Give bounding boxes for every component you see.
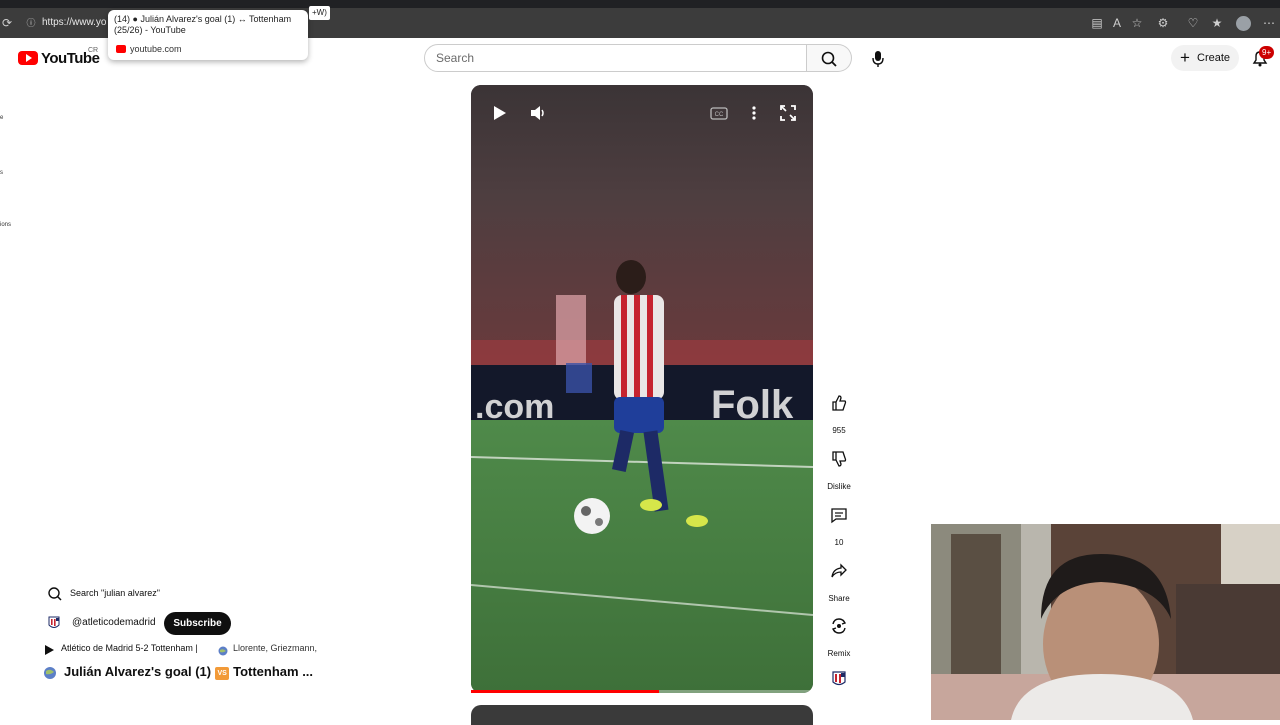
search-icon bbox=[821, 51, 837, 67]
sidebar-fragment-3[interactable]: ions bbox=[0, 222, 11, 228]
mute-button[interactable] bbox=[526, 101, 550, 125]
related-search-chip[interactable]: Search "julian alvarez" bbox=[42, 584, 160, 602]
dislike-label: Dislike bbox=[827, 482, 851, 491]
shorts-video-player[interactable]: .com Folk bbox=[471, 85, 813, 693]
play-button[interactable] bbox=[487, 101, 511, 125]
video-progress-bar[interactable] bbox=[471, 690, 813, 693]
webcam-feed-image bbox=[931, 524, 1280, 720]
reload-icon[interactable]: ⟳ bbox=[0, 16, 14, 30]
play-icon bbox=[494, 106, 506, 120]
globe-icon bbox=[218, 643, 228, 656]
vs-badge: VS bbox=[215, 667, 230, 680]
related-video-link[interactable]: Atlético de Madrid 5-2 Tottenham | bbox=[61, 643, 198, 653]
remix-label: Remix bbox=[827, 649, 851, 658]
comment-count: 10 bbox=[834, 538, 844, 547]
reader-mode-icon[interactable]: ▤ bbox=[1090, 16, 1104, 30]
search-button[interactable] bbox=[807, 44, 852, 72]
webcam-overlay bbox=[931, 524, 1280, 720]
youtube-favicon-icon bbox=[116, 45, 126, 53]
channel-handle[interactable]: @atleticodemadrid bbox=[72, 617, 156, 628]
next-short-preview[interactable] bbox=[471, 705, 813, 725]
tooltip-domain-text: youtube.com bbox=[130, 44, 182, 54]
comments-button[interactable] bbox=[825, 501, 853, 529]
video-progress-fill bbox=[471, 690, 660, 693]
video-title-part2: Tottenham ... bbox=[233, 664, 314, 679]
favorite-icon[interactable]: ☆ bbox=[1130, 16, 1144, 30]
share-label: Share bbox=[828, 594, 850, 603]
profile-avatar[interactable] bbox=[1236, 16, 1251, 31]
voice-search-button[interactable] bbox=[866, 46, 890, 70]
collections-icon[interactable]: ★ bbox=[1210, 16, 1224, 30]
video-title-part1: Julián Alvarez's goal (1) bbox=[64, 664, 212, 679]
fullscreen-icon bbox=[780, 105, 796, 121]
share-button[interactable] bbox=[825, 557, 853, 585]
dislike-button[interactable] bbox=[825, 445, 853, 473]
subscribe-button[interactable]: Subscribe bbox=[164, 612, 231, 635]
atletico-crest-icon bbox=[832, 671, 846, 686]
plus-icon: + bbox=[1180, 48, 1190, 67]
more-menu-icon[interactable]: ⋯ bbox=[1262, 16, 1276, 30]
tab-hover-card: (14) ● Julián Alvarez's goal (1) ↔ Totte… bbox=[108, 10, 308, 60]
tooltip-title-line1: (14) ● Julián Alvarez's goal (1) ↔ Totte… bbox=[114, 14, 292, 24]
region-code: CR bbox=[88, 47, 99, 54]
captions-button[interactable]: CC bbox=[707, 101, 731, 125]
sidebar-fragment-1[interactable]: e bbox=[0, 115, 3, 121]
related-players-text[interactable]: Llorente, Griezmann, bbox=[233, 643, 317, 653]
create-label: Create bbox=[1197, 52, 1231, 64]
translate-icon[interactable]: A bbox=[1110, 16, 1124, 30]
channel-logo-icon[interactable] bbox=[47, 616, 61, 630]
comment-icon bbox=[831, 508, 847, 524]
search-box[interactable] bbox=[424, 44, 807, 72]
more-vertical-icon bbox=[752, 106, 756, 120]
more-options-button[interactable] bbox=[742, 101, 766, 125]
globe-icon bbox=[43, 666, 57, 680]
channel-avatar-icon[interactable] bbox=[830, 670, 848, 688]
search-input[interactable] bbox=[436, 51, 796, 65]
like-count: 955 bbox=[832, 426, 846, 435]
notification-badge: 9+ bbox=[1259, 46, 1275, 59]
volume-icon bbox=[531, 106, 544, 120]
url-text[interactable]: https://www.yo bbox=[42, 17, 106, 28]
shortcut-hint: +W) bbox=[309, 6, 330, 20]
video-title[interactable]: Julián Alvarez's goal (1) VS Tottenham ... bbox=[64, 664, 313, 680]
youtube-logo-icon[interactable] bbox=[18, 51, 38, 65]
browser-essentials-icon[interactable]: ♡ bbox=[1186, 16, 1200, 30]
remix-button[interactable] bbox=[825, 612, 853, 640]
extensions-icon[interactable]: ⚙ bbox=[1156, 16, 1170, 30]
like-button[interactable] bbox=[825, 389, 853, 417]
remix-icon bbox=[831, 618, 847, 634]
microphone-icon bbox=[872, 51, 884, 67]
video-frame-image: .com Folk bbox=[471, 85, 813, 693]
fullscreen-button[interactable] bbox=[776, 101, 800, 125]
thumbs-up-icon bbox=[832, 395, 847, 411]
browser-tab-strip bbox=[0, 0, 1280, 8]
thumbs-down-icon bbox=[832, 451, 847, 467]
share-icon bbox=[831, 563, 847, 578]
tooltip-domain: youtube.com bbox=[116, 44, 182, 54]
create-button[interactable]: + Create bbox=[1171, 45, 1239, 71]
captions-icon: CC bbox=[710, 107, 728, 120]
sidebar-fragment-2[interactable]: s bbox=[0, 170, 3, 176]
site-info-icon[interactable]: ⓘ bbox=[24, 16, 38, 30]
atletico-crest-icon bbox=[48, 616, 60, 628]
play-icon bbox=[43, 643, 55, 655]
tooltip-title-line2: (25/26) - YouTube bbox=[114, 25, 186, 35]
svg-text:CC: CC bbox=[715, 112, 724, 118]
